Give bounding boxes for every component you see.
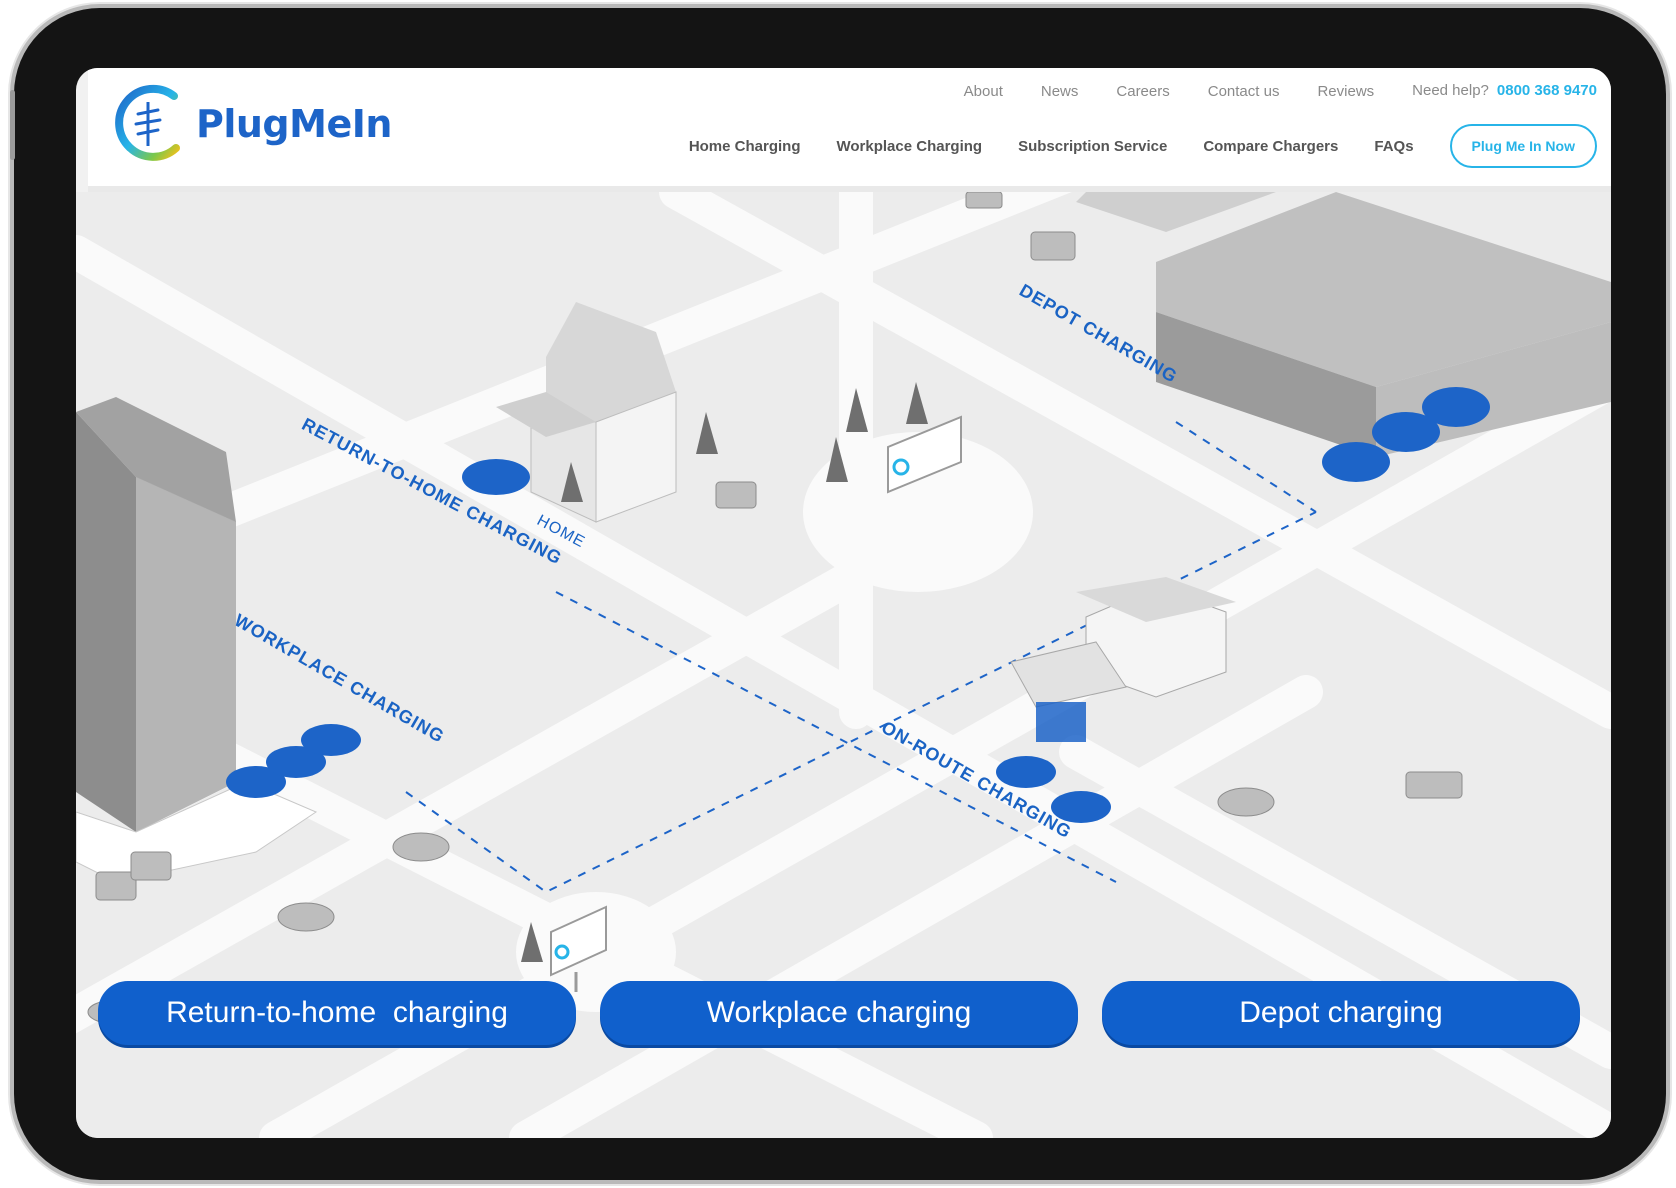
help-phone[interactable]: 0800 368 9470 — [1497, 82, 1597, 99]
site-header: PlugMeIn About News Careers Contact us R… — [88, 68, 1611, 192]
brand-name-part2: MeIn — [289, 102, 392, 146]
screen: PlugMeIn About News Careers Contact us R… — [76, 68, 1611, 1138]
nav-faqs[interactable]: FAQs — [1374, 138, 1413, 155]
brand-name: PlugMeIn — [196, 102, 392, 146]
tablet-side-button — [10, 90, 15, 160]
logo[interactable]: PlugMeIn — [108, 82, 392, 166]
top-link-reviews[interactable]: Reviews — [1317, 83, 1374, 100]
top-link-about[interactable]: About — [964, 83, 1003, 100]
nav-workplace-charging[interactable]: Workplace Charging — [837, 138, 983, 155]
top-links: About News Careers Contact us Reviews Ne… — [964, 82, 1597, 100]
brand-name-part1: Plug — [196, 102, 290, 146]
top-link-news[interactable]: News — [1041, 83, 1079, 100]
help-label: Need help? — [1412, 82, 1489, 99]
nav-compare-chargers[interactable]: Compare Chargers — [1203, 138, 1338, 155]
nav-home-charging[interactable]: Home Charging — [689, 138, 801, 155]
help-block: Need help? 0800 368 9470 — [1412, 82, 1597, 100]
top-link-careers[interactable]: Careers — [1116, 83, 1169, 100]
main-nav: Home Charging Workplace Charging Subscri… — [689, 124, 1597, 168]
plug-me-in-now-button[interactable]: Plug Me In Now — [1449, 124, 1597, 168]
top-link-contact[interactable]: Contact us — [1208, 83, 1280, 100]
depot-charging-button[interactable]: Depot charging — [1102, 981, 1580, 1045]
workplace-charging-button[interactable]: Workplace charging — [600, 981, 1078, 1045]
plug-logo-icon — [115, 84, 180, 161]
nav-subscription-service[interactable]: Subscription Service — [1018, 138, 1167, 155]
return-to-home-charging-button[interactable]: Return-to-home charging — [98, 981, 576, 1045]
